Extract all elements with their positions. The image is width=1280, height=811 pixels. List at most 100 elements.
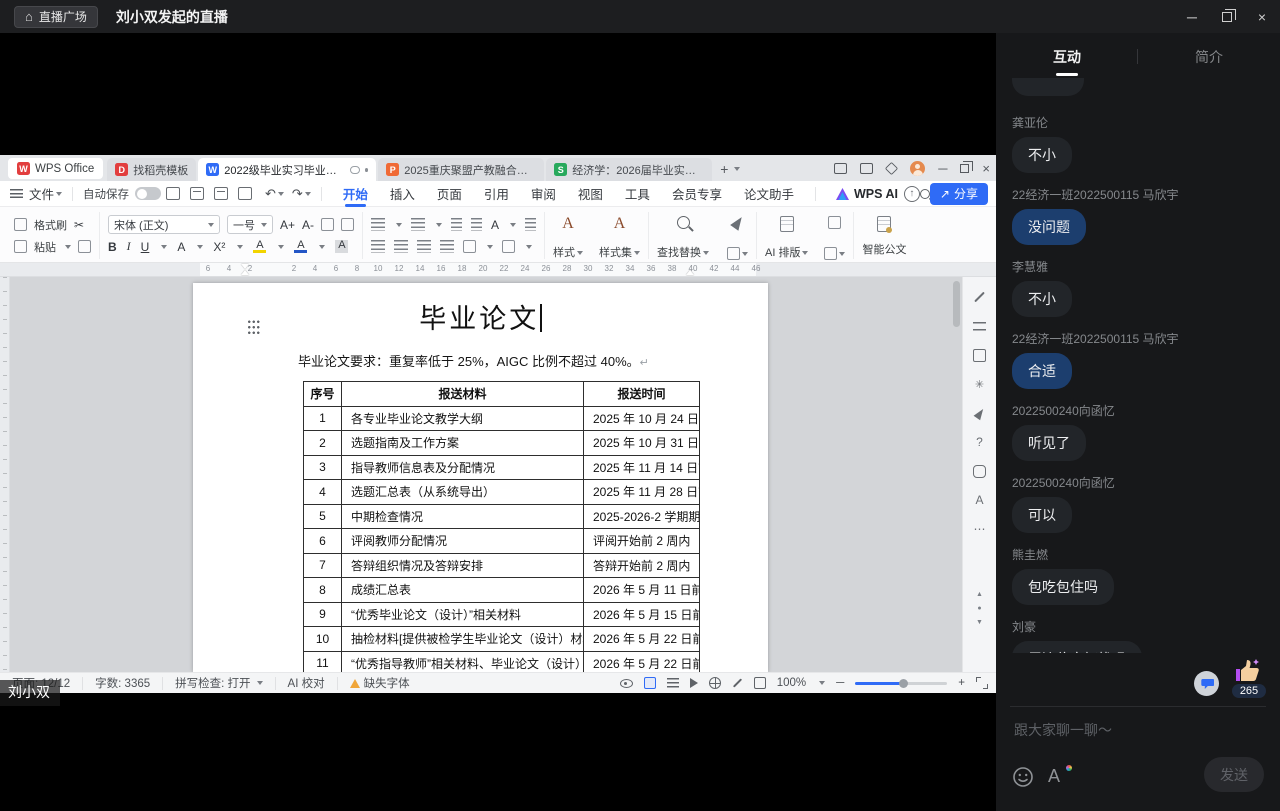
smart-beautify-icon[interactable]: ✳ xyxy=(972,376,988,392)
next-page-button[interactable]: ▼ xyxy=(976,619,983,626)
find-replace-button[interactable]: 查找替换 xyxy=(657,214,710,260)
ribbon-tab-1[interactable]: 插入 xyxy=(390,181,415,207)
fullscreen-icon[interactable] xyxy=(976,677,988,689)
ai-layout-button[interactable]: AI 排版 xyxy=(765,214,809,260)
previous-page-button[interactable]: ▲ xyxy=(976,591,983,598)
copy-icon[interactable] xyxy=(78,240,91,253)
wps-document-tab[interactable]: D 找稻壳模板 xyxy=(107,158,197,181)
edit-pen-icon[interactable] xyxy=(972,289,988,305)
shrink-font-button[interactable]: A- xyxy=(302,218,314,232)
requirement-paragraph[interactable]: 毕业论文要求：重复率低于 25%，AIGC 比例不超过 40%。↵ xyxy=(298,351,649,370)
increase-indent-icon[interactable] xyxy=(471,218,483,231)
font-color-button[interactable]: A xyxy=(294,240,308,253)
ribbon-tab-0[interactable]: 开始 xyxy=(343,181,368,207)
document-title[interactable]: 毕业论文 xyxy=(193,297,768,336)
document-scrollbar[interactable] xyxy=(953,281,960,327)
wps-document-tab[interactable]: S 经济学：2026届毕业实习方式及分… xyxy=(546,158,713,181)
cut-icon[interactable]: ✂ xyxy=(74,218,84,232)
arrange-button[interactable] xyxy=(824,214,846,260)
chat-message-bubble[interactable]: 听见了 xyxy=(1012,425,1086,461)
wps-document-tab[interactable]: W 2022级毕业实习毕业论文动… xyxy=(198,158,377,181)
zoom-out-button[interactable]: ─ xyxy=(836,677,844,689)
style-set-button[interactable]: A 样式集 xyxy=(599,214,641,260)
horizontal-ruler[interactable]: 6 4 2 2 4 6 8 10 12 14 16 18 20 22 24 26 28 30 32 34 36 38 40 4… xyxy=(0,263,996,277)
undo-button[interactable]: ↶ xyxy=(265,186,276,202)
spellcheck-status[interactable]: 拼写检查: 打开 xyxy=(163,676,276,690)
format-painter-button[interactable]: 格式刷 xyxy=(34,217,67,233)
ribbon-tab-6[interactable]: 工具 xyxy=(625,181,650,207)
font-name-select[interactable]: 宋体 (正文) xyxy=(108,215,220,234)
proofread-icon[interactable] xyxy=(972,347,988,363)
underline-button[interactable]: U xyxy=(141,240,150,254)
align-center-icon[interactable] xyxy=(394,240,409,253)
missing-font-warning[interactable]: 缺失字体 xyxy=(338,677,422,690)
font-size-select[interactable]: 一号 xyxy=(227,215,273,234)
zoom-slider[interactable] xyxy=(855,678,948,688)
outline-view-icon[interactable] xyxy=(666,678,679,688)
clear-format-icon[interactable] xyxy=(341,218,355,231)
send-button[interactable]: 发送 xyxy=(1204,757,1264,792)
close-button[interactable]: × xyxy=(1254,9,1270,25)
chat-message-bubble[interactable]: 周边住宿好找吗 xyxy=(1012,641,1142,653)
sort-icon[interactable] xyxy=(525,218,537,231)
borders-icon[interactable] xyxy=(502,240,516,253)
highlight-color-button[interactable]: A xyxy=(253,240,267,253)
chat-message-bubble[interactable]: 没问题 xyxy=(1012,209,1086,245)
wps-ai-button[interactable]: WPS AI xyxy=(835,187,898,201)
help-icon[interactable]: ? xyxy=(972,434,988,450)
chat-message-bubble[interactable]: 不小 xyxy=(1012,137,1072,173)
number-list-icon[interactable] xyxy=(411,218,426,231)
align-left-icon[interactable] xyxy=(371,240,386,253)
workspace-icon[interactable] xyxy=(860,162,874,174)
select-tool-button[interactable] xyxy=(727,214,749,260)
wps-minimize-button[interactable]: ─ xyxy=(938,161,947,176)
chat-message-list[interactable]: 龚亚伦 不小 22经济一班2022500115 马欣宇 没问题 李慧雅 不小 22经济一班2… xyxy=(1012,78,1264,653)
live-plaza-button[interactable]: ⌂ 直播广场 xyxy=(14,5,98,28)
wps-home-button[interactable]: W WPS Office xyxy=(8,158,104,179)
ai-proofread-button[interactable]: AI 校对 xyxy=(276,676,338,690)
bullet-list-icon[interactable] xyxy=(371,218,386,231)
translate-icon[interactable]: A xyxy=(972,492,988,508)
autosave-control[interactable]: 自动保存 xyxy=(83,186,162,202)
skin-icon[interactable] xyxy=(972,463,988,479)
ribbon-tab-2[interactable]: 页面 xyxy=(437,181,462,207)
text-direction-icon[interactable]: A xyxy=(491,218,499,232)
text-effects-icon[interactable] xyxy=(321,218,335,231)
quick-chat-icon[interactable] xyxy=(1194,671,1219,696)
minimize-button[interactable]: ─ xyxy=(1184,9,1200,25)
ink-icon[interactable] xyxy=(732,678,742,688)
paste-button[interactable]: 粘贴 xyxy=(34,239,56,255)
chat-input[interactable] xyxy=(1012,721,1232,739)
align-justify-icon[interactable] xyxy=(440,240,455,253)
more-tools-icon[interactable]: ⋯ xyxy=(972,521,988,537)
ribbon-tab-8[interactable]: 论文助手 xyxy=(744,181,794,207)
autosave-toggle[interactable] xyxy=(135,187,162,200)
document-page[interactable]: 毕业论文 毕业论文要求：重复率低于 25%，AIGC 比例不超过 40%。↵ 序… xyxy=(193,283,768,672)
save-icon[interactable] xyxy=(166,187,181,200)
line-spacing-icon[interactable] xyxy=(463,240,477,253)
chat-message-bubble[interactable]: 可以 xyxy=(1012,497,1072,533)
browse-object-button[interactable]: ● xyxy=(977,605,981,612)
share-screen-icon[interactable] xyxy=(834,162,848,174)
styles-button[interactable]: A 样式 xyxy=(553,214,584,260)
output-icon[interactable] xyxy=(238,187,253,200)
right-indent-marker[interactable] xyxy=(686,270,694,275)
print-icon[interactable] xyxy=(190,187,205,200)
ribbon-tab-3[interactable]: 引用 xyxy=(484,181,509,207)
wps-close-button[interactable]: × xyxy=(982,161,990,176)
vip-icon[interactable] xyxy=(885,161,899,175)
grow-font-button[interactable]: A+ xyxy=(280,218,295,232)
chat-message-bubble[interactable]: 合适 xyxy=(1012,353,1072,389)
first-line-indent-marker[interactable] xyxy=(241,264,249,269)
char-shading-button[interactable]: A xyxy=(335,240,349,253)
user-avatar[interactable] xyxy=(910,160,926,176)
eye-protect-icon[interactable] xyxy=(619,678,633,688)
cloud-upload-icon[interactable]: ↑ xyxy=(903,185,920,202)
web-view-icon[interactable] xyxy=(708,677,721,689)
zoom-in-button[interactable]: + xyxy=(958,677,965,689)
strikethrough-button[interactable]: A xyxy=(177,240,185,254)
bold-button[interactable]: B xyxy=(108,240,117,254)
superscript-button[interactable]: X² xyxy=(213,240,225,254)
chat-message-bubble[interactable]: 不小 xyxy=(1012,281,1072,317)
smart-doc-button[interactable]: 智能公文 xyxy=(862,214,906,257)
